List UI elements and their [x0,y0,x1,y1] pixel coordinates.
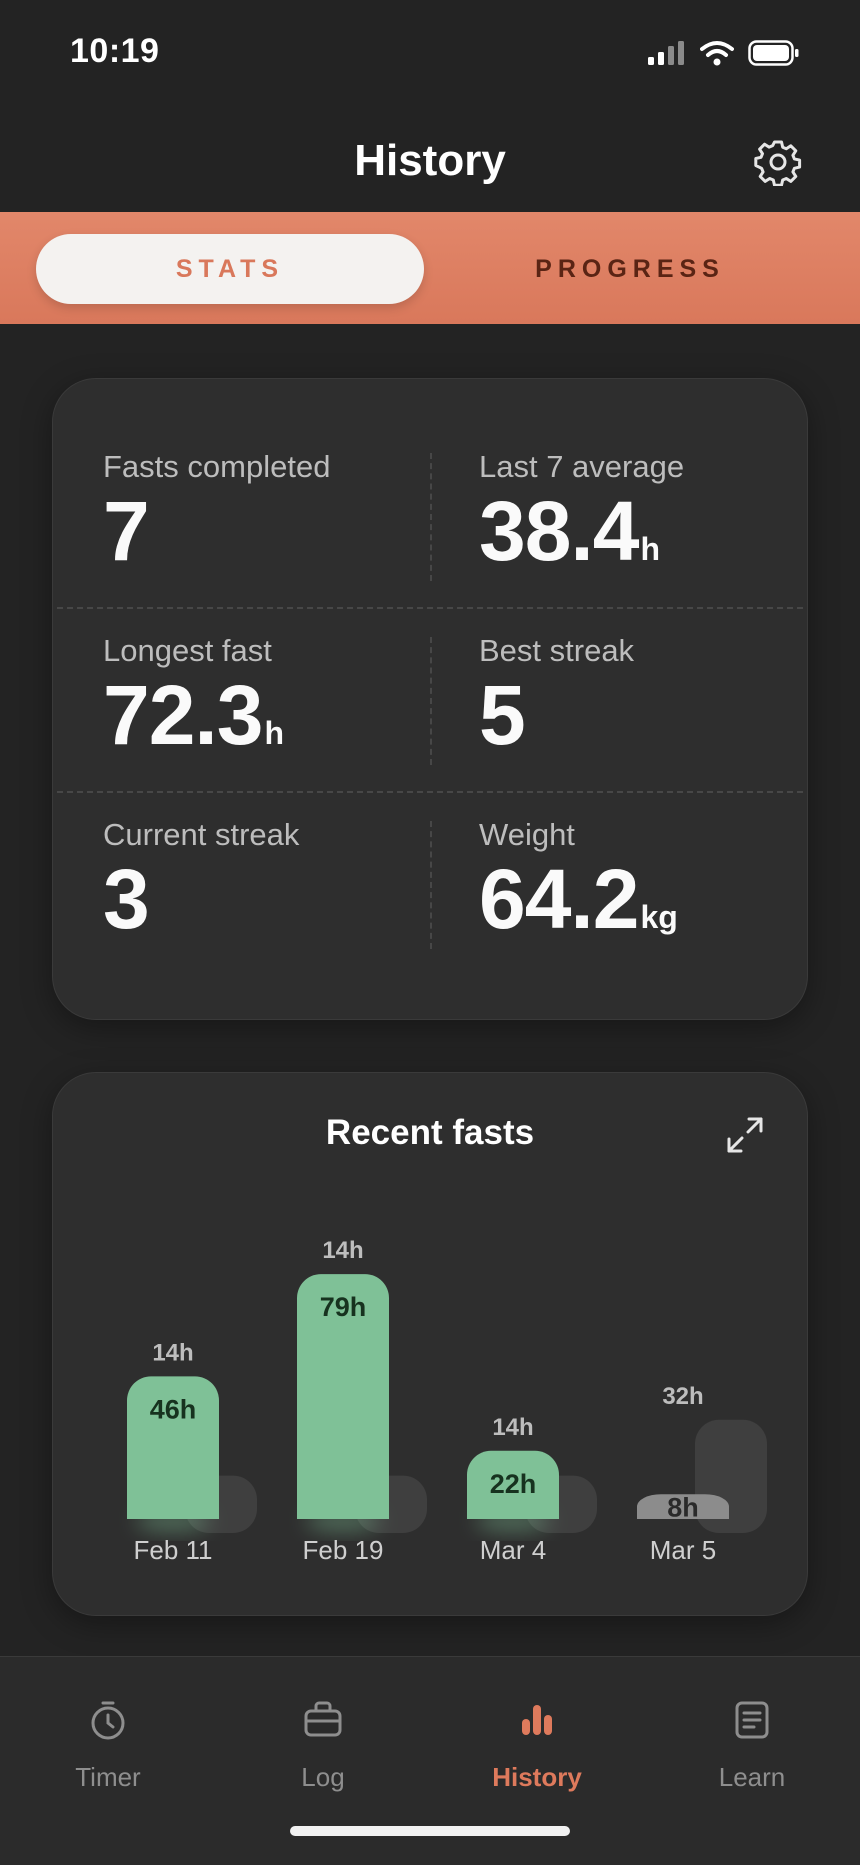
tab-label: Log [301,1762,345,1792]
segment-progress[interactable]: PROGRESS [440,234,820,304]
category-label: Mar 4 [480,1535,546,1565]
document-icon [735,1701,769,1739]
stat-value: 64.2kg [479,852,678,946]
divider [57,791,803,793]
segmented-control: STATS PROGRESS [0,212,860,324]
category-label: Feb 19 [303,1535,384,1565]
tab-learn[interactable]: Learn [672,1697,832,1793]
recent-fasts-card[interactable]: Recent fasts 46h 14h Feb 11 79h 14h Feb 19 22h… [52,1072,808,1616]
stat-label: Current streak [103,817,300,852]
page-title: History [354,136,506,185]
category-label: Mar 5 [650,1535,716,1565]
settings-gear-icon[interactable] [754,138,802,186]
bar-chart-icon [522,1705,552,1735]
goal-label: 32h [662,1383,703,1410]
stat-value: 38.4h [479,484,661,578]
stat-value: 5 [479,668,526,762]
stat-current-streak: Current streak 3 [103,817,463,941]
goal-label: 14h [152,1339,193,1366]
stat-longest-fast: Longest fast 72.3h [103,633,463,757]
tab-label: Learn [718,1762,786,1792]
cellular-signal-icon [648,41,684,65]
stat-value: 3 [103,852,150,946]
fast-duration-label: 8h [667,1493,699,1523]
stat-weight: Weight 64.2kg [479,817,839,941]
fast-duration-label: 46h [150,1394,197,1424]
category-label: Feb 11 [133,1535,212,1565]
stat-label: Weight [479,817,575,852]
stat-label: Fasts completed [103,449,331,484]
timer-icon [91,1701,125,1740]
stat-value: 72.3h [103,668,285,762]
stat-fasts-completed: Fasts completed 7 [103,449,463,573]
stat-best-streak: Best streak 5 [479,633,839,757]
stat-value: 7 [103,484,150,578]
tab-log[interactable]: Log [243,1697,403,1793]
battery-icon [748,40,799,66]
status-bar: 10:19 [0,0,860,100]
fast-bar-base [297,1495,389,1519]
stats-card: Fasts completed 7 Last 7 average 38.4h L… [52,378,808,1020]
divider [57,607,803,609]
stat-label: Longest fast [103,633,272,668]
tab-history[interactable]: History [457,1697,617,1793]
stat-last7-average: Last 7 average 38.4h [479,449,839,573]
fast-duration-label: 79h [320,1292,367,1322]
navigation-header: History [0,100,860,212]
segment-stats[interactable]: STATS [36,234,424,304]
goal-label: 14h [492,1414,533,1441]
tab-timer[interactable]: Timer [28,1697,188,1793]
home-indicator [290,1826,570,1836]
stat-label: Last 7 average [479,449,685,484]
fast-bar-base [127,1495,219,1519]
briefcase-icon [304,1701,342,1737]
fast-duration-label: 22h [490,1469,537,1499]
recent-fasts-chart: 46h 14h Feb 11 79h 14h Feb 19 22h 14h Mar 4 8h 32h… [127,1237,767,1565]
tab-label: Timer [75,1762,141,1792]
tab-label: History [492,1762,582,1792]
wifi-icon [700,41,734,66]
stat-label: Best streak [479,633,635,668]
status-time: 10:19 [70,32,160,70]
status-icons [648,40,800,66]
goal-label: 14h [322,1237,363,1264]
